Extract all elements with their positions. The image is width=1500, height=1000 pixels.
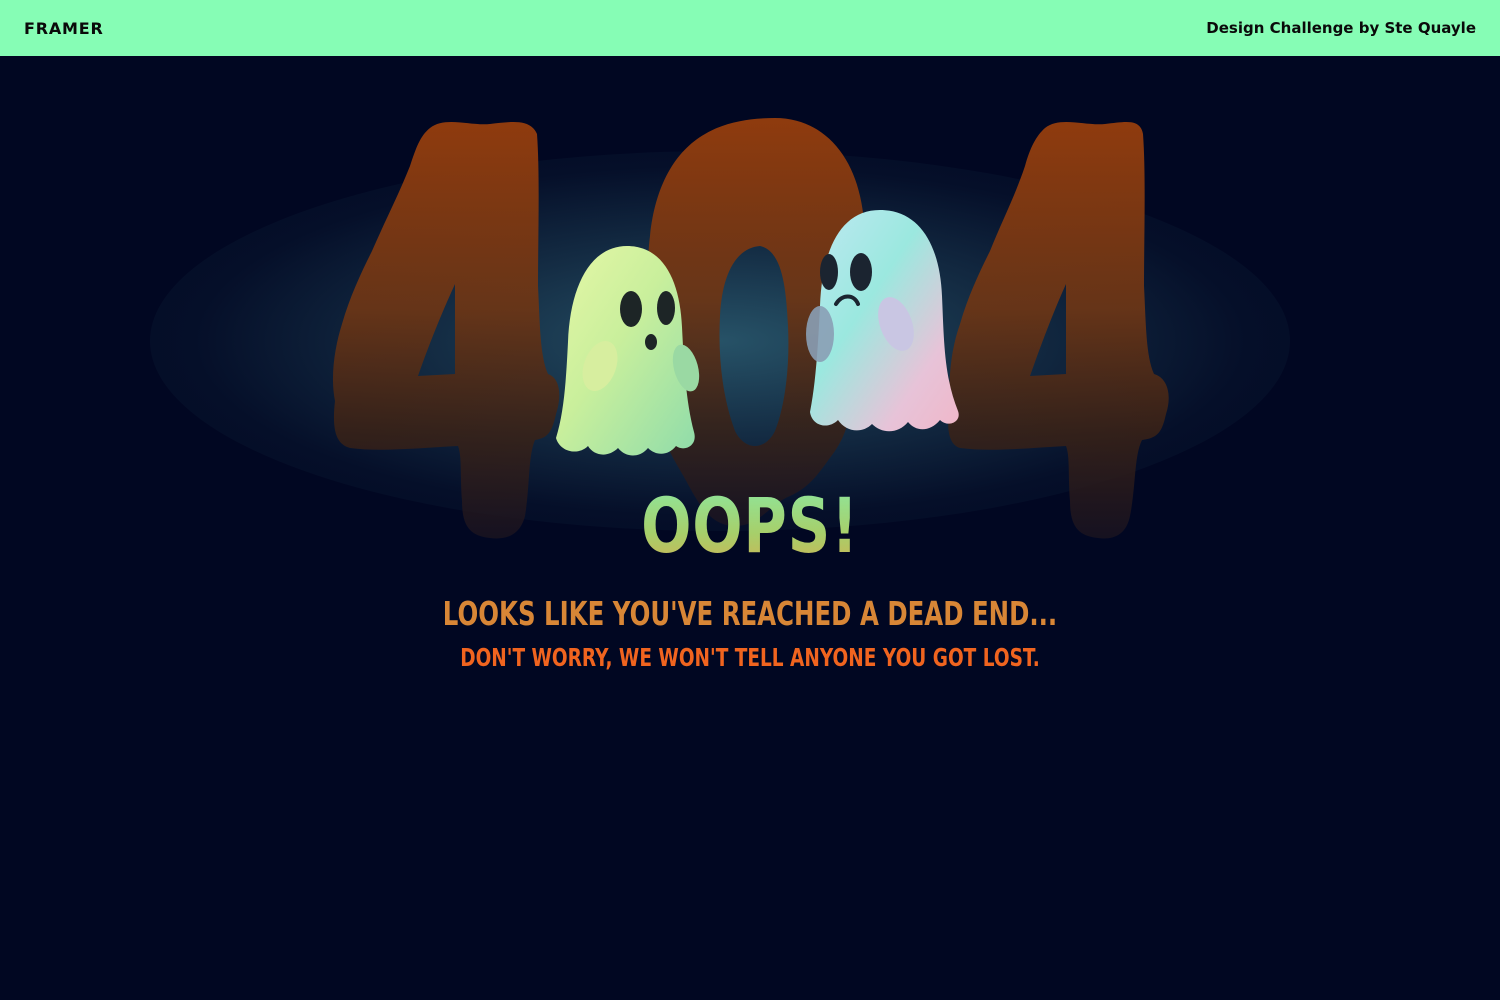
reassurance-message: DON'T WORRY, WE WON'T TELL ANYONE YOU GO… (460, 643, 1040, 672)
digit-4-right (948, 121, 1169, 539)
ghost-surprised-icon (556, 246, 700, 456)
digit-4-left (332, 121, 560, 539)
error-404-stage: OOPS! LOOKS LIKE YOU'VE REACHED A DEAD E… (0, 56, 1500, 1000)
ghost-sad-icon (806, 210, 959, 432)
dead-end-message: LOOKS LIKE YOU'VE REACHED A DEAD END... (442, 594, 1058, 633)
design-credit-link[interactable]: Design Challenge by Ste Quayle (1206, 19, 1476, 37)
oops-heading: OOPS! (165, 488, 1335, 564)
top-bar: FRAMER Design Challenge by Ste Quayle (0, 0, 1500, 56)
framer-logo-link[interactable]: FRAMER (24, 19, 104, 38)
